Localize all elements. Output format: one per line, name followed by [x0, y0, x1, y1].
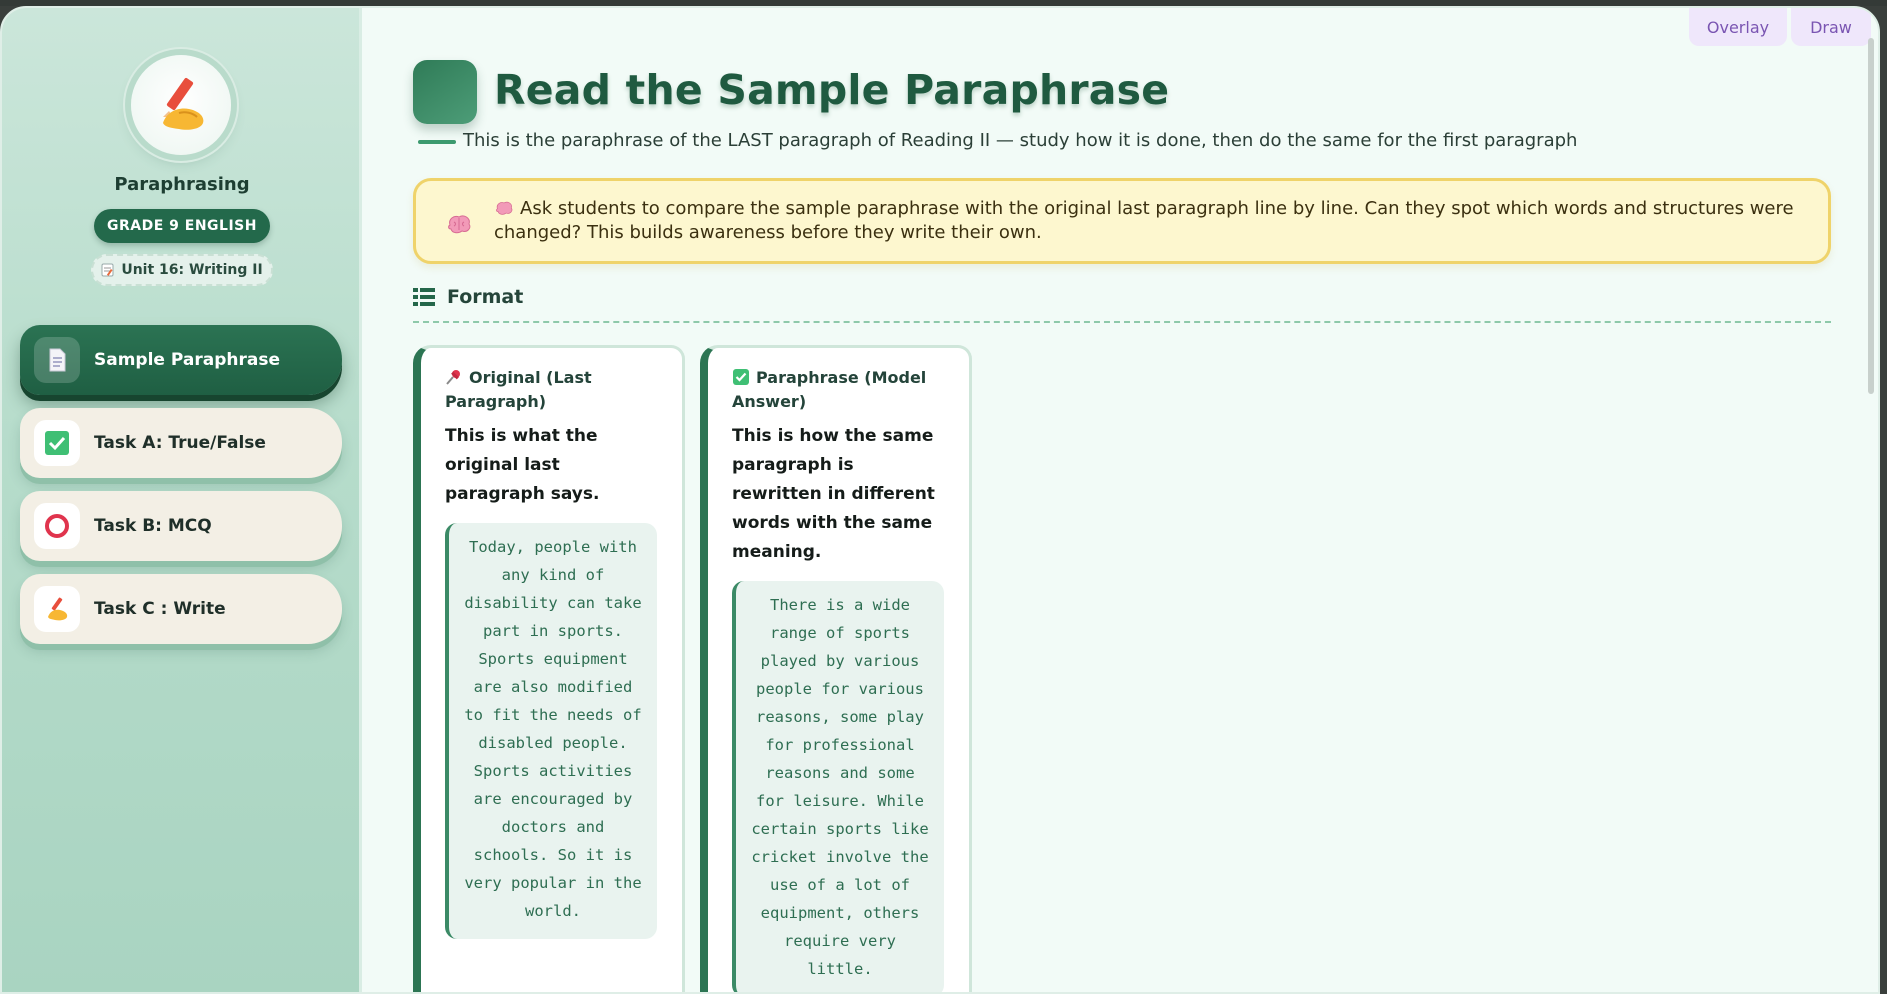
page-title: Read the Sample Paraphrase — [494, 66, 1170, 114]
teacher-tip-box: Ask students to compare the sample parap… — [413, 178, 1831, 264]
ring-icon — [34, 503, 80, 549]
grade-badge: GRADE 9 ENGLISH — [94, 209, 270, 243]
document-icon — [34, 337, 80, 383]
format-label: Format — [447, 286, 524, 308]
page-subtitle: This is the paraphrase of the LAST parag… — [463, 130, 1578, 151]
format-heading: Format — [413, 286, 523, 308]
nav-item-task-a[interactable]: Task A: True/False — [20, 408, 342, 478]
check-mark-icon — [733, 369, 749, 385]
list-icon — [413, 288, 435, 306]
brain-icon — [448, 215, 471, 234]
divider — [413, 321, 1831, 323]
sidebar-title: Paraphrasing — [114, 174, 250, 195]
nav-label: Task C : Write — [94, 599, 226, 619]
nav-label: Task B: MCQ — [94, 516, 212, 536]
card-heading: Original (Last Paragraph) — [445, 366, 662, 414]
unit-pill: Unit 16: Writing II — [91, 254, 273, 286]
card-heading: Paraphrase (Model Answer) — [732, 366, 949, 414]
memo-icon — [101, 263, 114, 277]
unit-label: Unit 16: Writing II — [121, 262, 263, 278]
section-icon — [413, 60, 477, 124]
draw-button[interactable]: Draw — [1791, 8, 1871, 46]
nav-label: Sample Paraphrase — [94, 350, 280, 370]
avatar — [131, 55, 231, 155]
paraphrase-card: Paraphrase (Model Answer) This is how th… — [700, 345, 972, 992]
nav-item-task-b[interactable]: Task B: MCQ — [20, 491, 342, 561]
card-description: This is what the original last paragraph… — [445, 426, 600, 504]
nav-item-sample-paraphrase[interactable]: Sample Paraphrase — [20, 325, 342, 395]
subtitle-accent-line — [418, 140, 456, 144]
nav-item-task-c[interactable]: Task C : Write — [20, 574, 342, 644]
card-description: This is how the same paragraph is rewrit… — [732, 426, 935, 562]
sidebar: Paraphrasing GRADE 9 ENGLISH Unit 16: Wr… — [2, 8, 362, 992]
writing-hand-icon — [34, 586, 80, 632]
app-frame: Paraphrasing GRADE 9 ENGLISH Unit 16: Wr… — [0, 6, 1880, 994]
card-heading-text: Original (Last Paragraph) — [445, 368, 592, 411]
writing-hand-icon — [163, 77, 204, 130]
nav-label: Task A: True/False — [94, 433, 266, 453]
pushpin-icon — [446, 370, 460, 385]
original-card: Original (Last Paragraph) This is what t… — [413, 345, 685, 992]
brain-icon — [496, 201, 513, 215]
original-paragraph: Today, people with any kind of disabilit… — [445, 523, 657, 939]
checkbox-icon — [34, 420, 80, 466]
overlay-button[interactable]: Overlay — [1689, 8, 1787, 46]
main-content: Overlay Draw Read the Sample Paraphrase … — [362, 8, 1878, 992]
tip-text: Ask students to compare the sample parap… — [494, 198, 1794, 243]
card-heading-text: Paraphrase (Model Answer) — [732, 368, 927, 411]
scrollbar[interactable] — [1868, 38, 1874, 394]
paraphrase-paragraph: There is a wide range of sports played b… — [732, 581, 944, 992]
